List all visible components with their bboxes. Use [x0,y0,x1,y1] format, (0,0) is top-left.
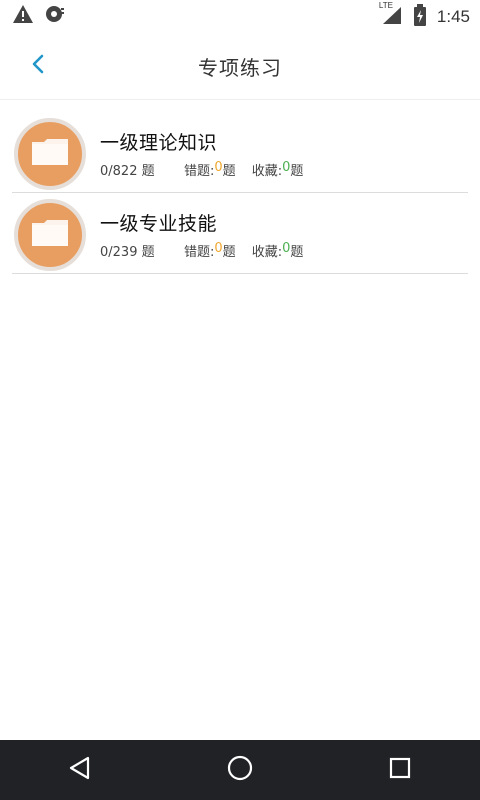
folder-avatar [14,118,86,190]
wrong-unit: 题 [222,245,236,260]
fav-unit: 题 [290,245,304,260]
fav-count: 0 [282,241,291,256]
item-title: 一级理论知识 [100,132,218,154]
folder-avatar [14,199,86,271]
practice-list: 一级理论知识 0/822 题 错题: 0 题 收藏: 0 题 一级专业技能 0/239 … [0,112,480,274]
list-item[interactable]: 一级专业技能 0/239 题 错题: 0 题 收藏: 0 题 [12,193,468,274]
battery-charging-icon [413,4,427,30]
fav-unit: 题 [290,164,304,179]
back-triangle-icon [67,755,93,785]
home-circle-icon [226,754,254,786]
recents-square-icon [388,756,412,784]
nav-back-button[interactable] [40,740,120,800]
page-title: 专项练习 [198,56,282,80]
item-stats: 0/239 题 错题: 0 题 收藏: 0 题 [100,241,319,260]
nav-recents-button[interactable] [360,740,440,800]
wrong-stat: 错题: 0 题 [184,241,236,260]
fav-stat: 收藏: 0 题 [252,160,304,179]
fav-stat: 收藏: 0 题 [252,241,304,260]
folder-icon [30,136,70,172]
app-header: 专项练习 [0,32,480,100]
wrong-unit: 题 [222,164,236,179]
progress-text: 0/239 题 [100,245,155,260]
progress-text: 0/822 题 [100,164,155,179]
fav-label: 收藏: [251,164,283,179]
wrong-stat: 错题: 0 题 [184,160,236,179]
sync-icon [44,4,66,28]
fav-count: 0 [282,160,291,175]
status-time: 1:45 [436,7,470,26]
network-type-label: LTE [378,1,393,10]
system-nav-bar [0,740,480,800]
list-item[interactable]: 一级理论知识 0/822 题 错题: 0 题 收藏: 0 题 [12,112,468,193]
item-stats: 0/822 题 错题: 0 题 收藏: 0 题 [100,160,319,179]
wrong-label: 错题: [184,245,215,260]
signal-icon: LTE [379,1,403,29]
wrong-count: 0 [214,241,223,256]
wrong-count: 0 [214,160,223,175]
item-title: 一级专业技能 [100,213,218,235]
warning-icon [12,4,34,28]
nav-home-button[interactable] [200,740,280,800]
status-bar: LTE 1:45 [0,0,480,32]
wrong-label: 错题: [184,164,215,179]
fav-label: 收藏: [251,245,283,260]
folder-icon [30,217,70,253]
